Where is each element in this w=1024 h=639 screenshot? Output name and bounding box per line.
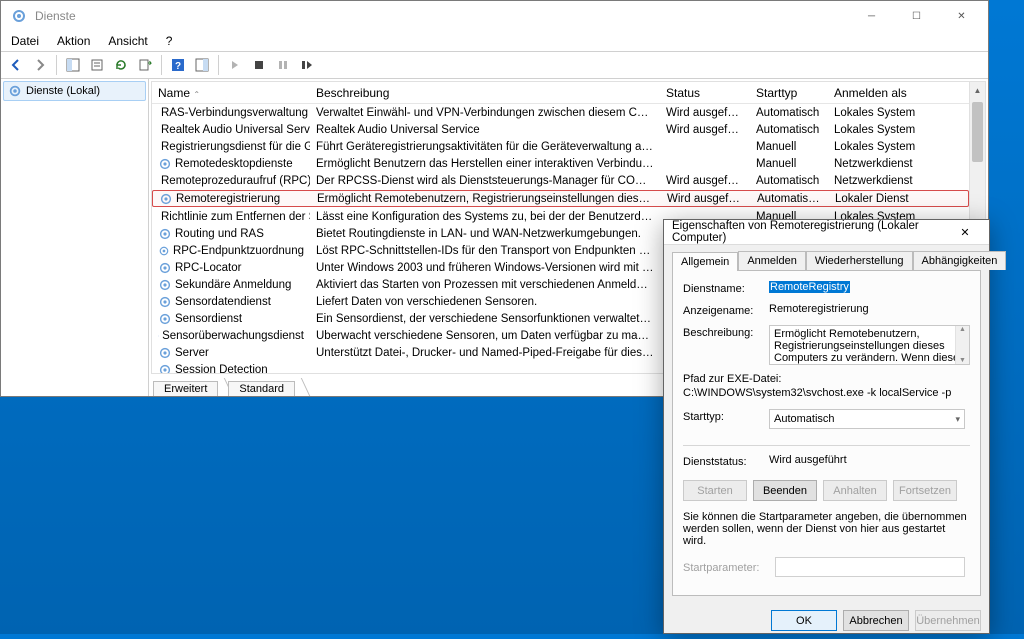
dialog-close-button[interactable]: ✕ (947, 221, 983, 243)
service-row[interactable]: Remoteprozeduraufruf (RPC)Der RPCSS-Dien… (152, 172, 969, 189)
startup-type-combo[interactable]: Automatisch ▾ (769, 409, 965, 429)
label-path: Pfad zur EXE-Datei: (683, 373, 970, 385)
value-status: Wird ausgeführt (769, 454, 970, 466)
nav-item-label: Dienste (Lokal) (26, 85, 100, 97)
svg-text:?: ? (175, 61, 181, 72)
start-param-input[interactable] (775, 557, 965, 577)
window-title: Dienste (33, 9, 849, 23)
value-path: C:\WINDOWS\system32\svchost.exe -k local… (683, 387, 970, 399)
menu-bar: Datei Aktion Ansicht ? (1, 31, 988, 51)
label-service-name: Dienstname: (683, 281, 769, 295)
col-logon[interactable]: Anmelden als (828, 86, 938, 100)
description-scrollbar[interactable]: ▲▼ (955, 326, 969, 364)
export-button[interactable] (134, 54, 156, 76)
col-description[interactable]: Beschreibung (310, 86, 660, 100)
resume-button[interactable]: Fortsetzen (893, 480, 957, 501)
col-status[interactable]: Status (660, 86, 750, 100)
gear-icon (11, 8, 27, 24)
nav-pane: Dienste (Lokal) (1, 79, 149, 396)
service-row[interactable]: Realtek Audio Universal ServiceRealtek A… (152, 121, 969, 138)
menu-view[interactable]: Ansicht (104, 32, 151, 50)
scroll-up-icon[interactable]: ▲ (970, 82, 985, 98)
titlebar[interactable]: Dienste ─ ☐ ✕ (1, 1, 988, 31)
maximize-button[interactable]: ☐ (894, 2, 939, 30)
tab-extended[interactable]: Erweitert (153, 381, 218, 396)
chevron-down-icon: ▾ (955, 414, 960, 425)
pause-button[interactable]: Anhalten (823, 480, 887, 501)
label-description: Beschreibung: (683, 325, 769, 339)
tab-logon[interactable]: Anmelden (738, 251, 806, 270)
menu-file[interactable]: Datei (7, 32, 43, 50)
menu-action[interactable]: Aktion (53, 32, 94, 50)
scroll-thumb[interactable] (972, 102, 983, 162)
service-row[interactable]: RAS-VerbindungsverwaltungVerwaltet Einwä… (152, 104, 969, 121)
dialog-body: Dienstname: RemoteRegistry Anzeigename: … (672, 270, 981, 596)
column-headers: Name ⌃ Beschreibung Status Starttyp Anme… (152, 82, 969, 104)
start-service-button[interactable] (224, 54, 246, 76)
stop-button[interactable]: Beenden (753, 480, 817, 501)
restart-service-button[interactable] (296, 54, 318, 76)
close-button[interactable]: ✕ (939, 2, 984, 30)
start-param-note: Sie können die Startparameter angeben, d… (683, 511, 970, 547)
minimize-button[interactable]: ─ (849, 2, 894, 30)
help-button[interactable]: ? (167, 54, 189, 76)
tab-standard[interactable]: Standard (228, 381, 295, 396)
dialog-tabs: Allgemein Anmelden Wiederherstellung Abh… (664, 245, 989, 270)
service-row[interactable]: RemotedesktopdiensteErmöglicht Benutzern… (152, 155, 969, 172)
dialog-titlebar[interactable]: Eigenschaften von Remoteregistrierung (L… (664, 220, 989, 245)
stop-service-button[interactable] (248, 54, 270, 76)
ok-button[interactable]: OK (771, 610, 837, 631)
nav-item-local-services[interactable]: Dienste (Lokal) (3, 81, 146, 101)
toolbar: ? (1, 51, 988, 79)
value-display-name: Remoteregistrierung (769, 303, 970, 315)
value-service-name: RemoteRegistry (769, 281, 970, 293)
service-row[interactable]: Registrierungsdienst für die Gerätev…Füh… (152, 138, 969, 155)
start-button[interactable]: Starten (683, 480, 747, 501)
tab-recovery[interactable]: Wiederherstellung (806, 251, 913, 270)
properties-button[interactable] (86, 54, 108, 76)
forward-button[interactable] (29, 54, 51, 76)
label-display-name: Anzeigename: (683, 303, 769, 317)
tab-dependencies[interactable]: Abhängigkeiten (913, 251, 1007, 270)
description-box[interactable]: Ermöglicht Remotebenutzern, Registrierun… (769, 325, 970, 365)
service-row[interactable]: RemoteregistrierungErmöglicht Remotebenu… (152, 190, 969, 207)
apply-button[interactable]: Übernehmen (915, 610, 981, 631)
menu-help[interactable]: ? (162, 32, 177, 50)
gear-icon (8, 84, 22, 98)
back-button[interactable] (5, 54, 27, 76)
action-pane-button[interactable] (191, 54, 213, 76)
label-start-param: Startparameter: (683, 560, 769, 574)
label-status: Dienststatus: (683, 454, 769, 468)
tab-general[interactable]: Allgemein (672, 252, 738, 271)
properties-dialog: Eigenschaften von Remoteregistrierung (L… (663, 219, 990, 634)
show-hide-tree-button[interactable] (62, 54, 84, 76)
pause-service-button[interactable] (272, 54, 294, 76)
refresh-button[interactable] (110, 54, 132, 76)
cancel-button[interactable]: Abbrechen (843, 610, 909, 631)
label-startup: Starttyp: (683, 409, 769, 423)
dialog-footer: OK Abbrechen Übernehmen (664, 602, 989, 639)
dialog-title: Eigenschaften von Remoteregistrierung (L… (670, 220, 947, 244)
col-name[interactable]: Name ⌃ (152, 86, 310, 100)
col-startup[interactable]: Starttyp (750, 86, 828, 100)
